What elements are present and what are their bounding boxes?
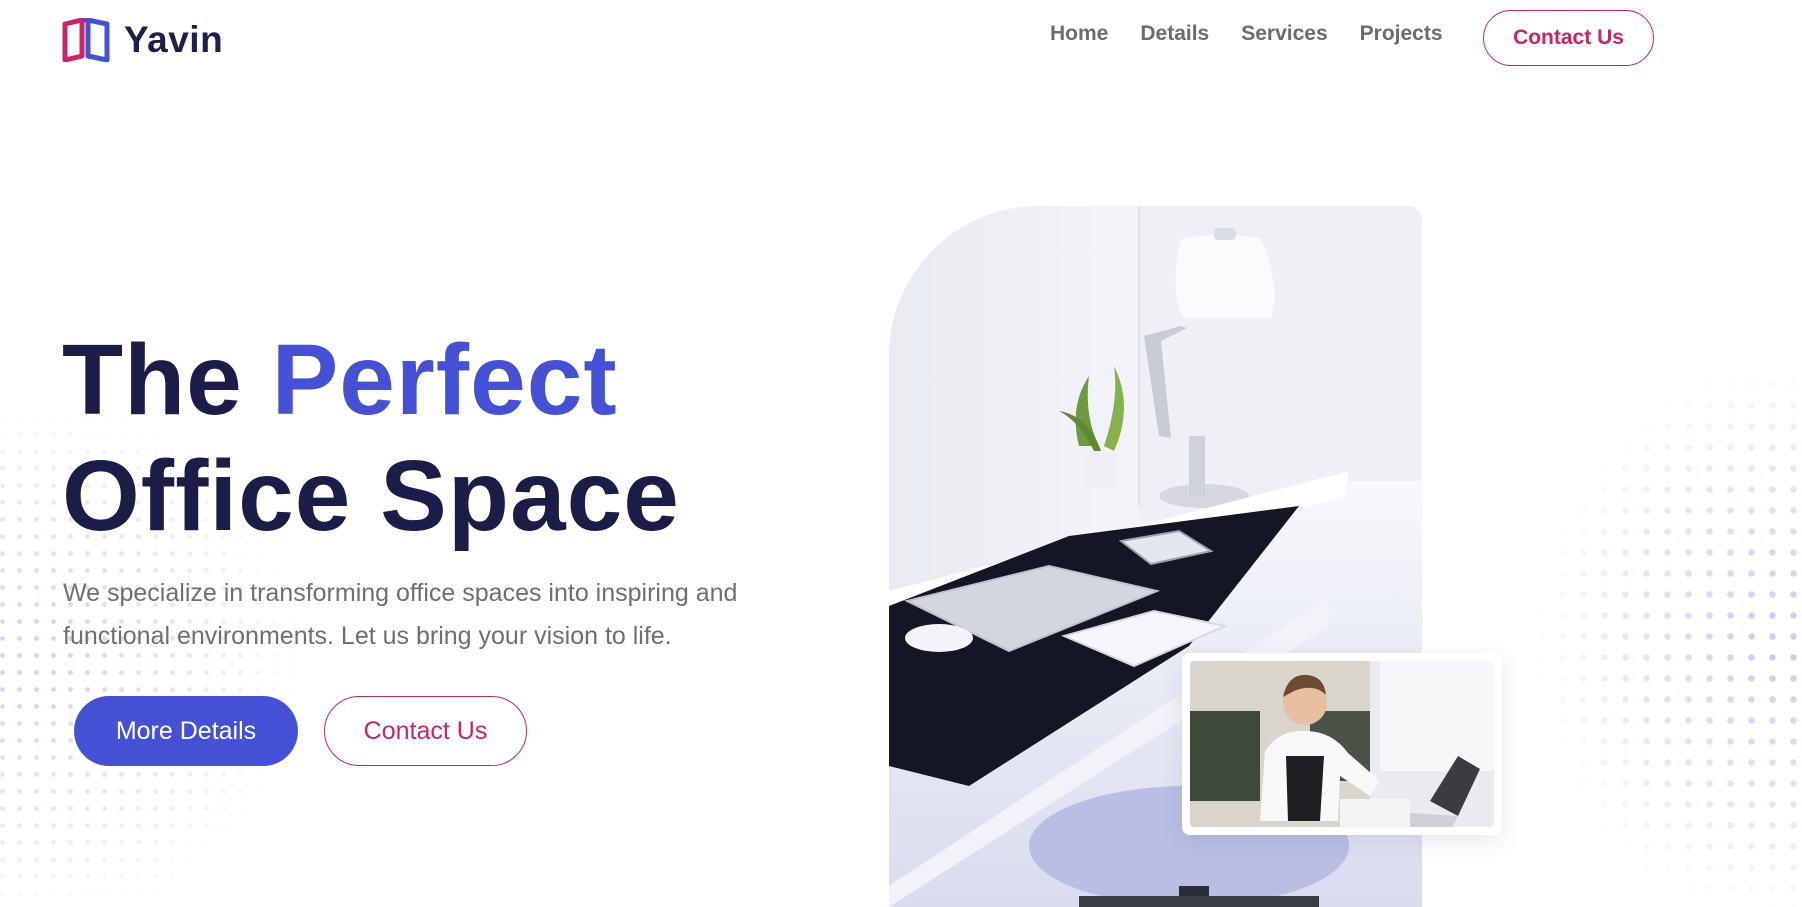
open-book-icon — [62, 18, 110, 62]
nav-item-projects[interactable]: Projects — [1360, 22, 1443, 46]
main-nav: Home Details Services Projects — [1050, 22, 1443, 46]
nav-item-home[interactable]: Home — [1050, 22, 1108, 46]
hero-subtitle-line2: functional environments. Let us bring yo… — [63, 622, 672, 650]
woman-working-photo-frame — [1182, 653, 1502, 835]
hero-contact-button[interactable]: Contact Us — [324, 696, 527, 766]
hero-title-part1: The — [62, 324, 272, 436]
hero-title-line2: Office Space — [62, 440, 680, 552]
woman-working-photo — [1190, 661, 1494, 827]
page: Yavin Home Details Services Projects Con… — [0, 0, 1802, 907]
nav-item-services[interactable]: Services — [1241, 22, 1327, 46]
nav-contact-button[interactable]: Contact Us — [1483, 10, 1654, 66]
more-details-button[interactable]: More Details — [74, 696, 298, 766]
hero-title-accent: Perfect — [271, 324, 618, 436]
hero-subtitle-line1: We specialize in transforming office spa… — [63, 579, 738, 607]
hero-subtitle: We specialize in transforming office spa… — [63, 572, 783, 658]
brand-name: Yavin — [124, 19, 224, 60]
nav-item-details[interactable]: Details — [1140, 22, 1209, 46]
hero-title: The Perfect Office Space — [62, 322, 680, 554]
logo[interactable]: Yavin — [62, 18, 223, 62]
